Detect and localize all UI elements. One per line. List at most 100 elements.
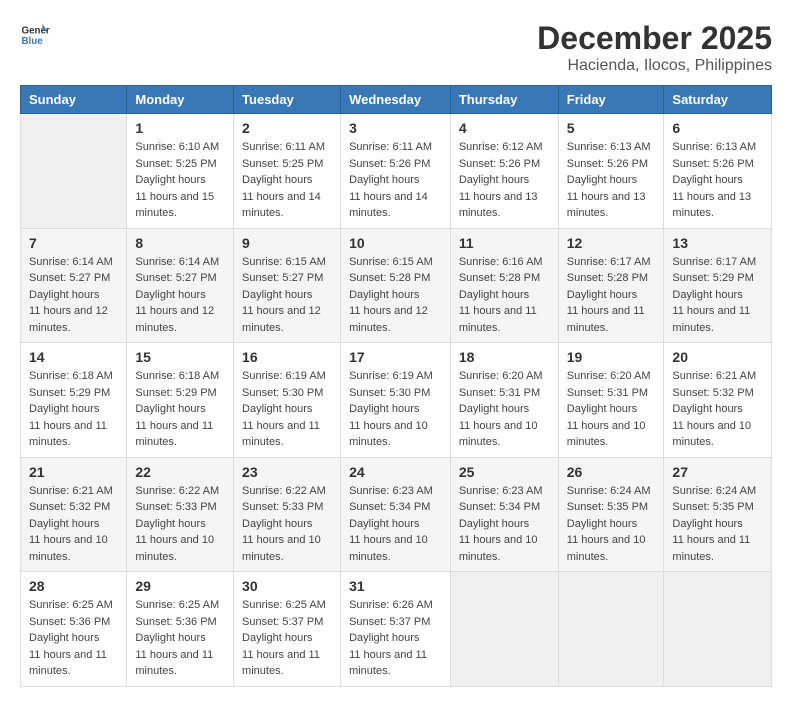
day-number: 21 (29, 464, 118, 480)
day-info: Sunrise: 6:21 AM Sunset: 5:32 PM Dayligh… (29, 483, 118, 566)
day-info: Sunrise: 6:15 AM Sunset: 5:27 PM Dayligh… (242, 254, 332, 337)
sunset-label: Sunset: 5:37 PM (349, 616, 430, 628)
weekday-header-cell: Sunday (21, 86, 127, 114)
sunset-label: Sunset: 5:29 PM (672, 272, 753, 284)
daylight-label: Daylight hours (135, 403, 205, 415)
calendar-day-cell: 7 Sunrise: 6:14 AM Sunset: 5:27 PM Dayli… (21, 228, 127, 343)
daylight-value: 11 hours and 11 minutes. (672, 534, 750, 563)
day-number: 4 (459, 120, 550, 136)
daylight-label: Daylight hours (242, 632, 312, 644)
sunset-label: Sunset: 5:27 PM (242, 272, 323, 284)
sunrise-label: Sunrise: 6:24 AM (567, 485, 651, 497)
daylight-label: Daylight hours (672, 518, 742, 530)
day-number: 20 (672, 349, 763, 365)
daylight-value: 11 hours and 14 minutes. (242, 191, 321, 220)
day-info: Sunrise: 6:25 AM Sunset: 5:36 PM Dayligh… (29, 597, 118, 680)
daylight-value: 11 hours and 10 minutes. (459, 534, 538, 563)
daylight-value: 11 hours and 12 minutes. (29, 305, 108, 334)
daylight-value: 11 hours and 11 minutes. (349, 649, 427, 678)
day-info: Sunrise: 6:15 AM Sunset: 5:28 PM Dayligh… (349, 254, 442, 337)
daylight-value: 11 hours and 12 minutes. (242, 305, 321, 334)
day-info: Sunrise: 6:24 AM Sunset: 5:35 PM Dayligh… (567, 483, 656, 566)
daylight-label: Daylight hours (459, 403, 529, 415)
daylight-value: 11 hours and 10 minutes. (567, 534, 646, 563)
day-number: 19 (567, 349, 656, 365)
sunset-label: Sunset: 5:32 PM (29, 501, 110, 513)
day-number: 12 (567, 235, 656, 251)
sunset-label: Sunset: 5:33 PM (242, 501, 323, 513)
day-number: 23 (242, 464, 332, 480)
sunset-label: Sunset: 5:26 PM (349, 158, 430, 170)
calendar-day-cell (450, 572, 558, 687)
sunset-label: Sunset: 5:31 PM (567, 387, 648, 399)
sunset-label: Sunset: 5:35 PM (567, 501, 648, 513)
day-number: 7 (29, 235, 118, 251)
day-number: 18 (459, 349, 550, 365)
day-info: Sunrise: 6:19 AM Sunset: 5:30 PM Dayligh… (242, 368, 332, 451)
day-info: Sunrise: 6:23 AM Sunset: 5:34 PM Dayligh… (349, 483, 442, 566)
day-number: 27 (672, 464, 763, 480)
day-info: Sunrise: 6:14 AM Sunset: 5:27 PM Dayligh… (29, 254, 118, 337)
daylight-label: Daylight hours (567, 289, 637, 301)
sunrise-label: Sunrise: 6:16 AM (459, 256, 543, 268)
sunset-label: Sunset: 5:31 PM (459, 387, 540, 399)
sunrise-label: Sunrise: 6:25 AM (242, 599, 326, 611)
sunset-label: Sunset: 5:29 PM (135, 387, 216, 399)
calendar-week-row: 1 Sunrise: 6:10 AM Sunset: 5:25 PM Dayli… (21, 114, 772, 229)
calendar-week-row: 28 Sunrise: 6:25 AM Sunset: 5:36 PM Dayl… (21, 572, 772, 687)
calendar-body: 1 Sunrise: 6:10 AM Sunset: 5:25 PM Dayli… (21, 114, 772, 687)
day-number: 16 (242, 349, 332, 365)
calendar-day-cell: 30 Sunrise: 6:25 AM Sunset: 5:37 PM Dayl… (234, 572, 341, 687)
sunset-label: Sunset: 5:35 PM (672, 501, 753, 513)
daylight-label: Daylight hours (242, 518, 312, 530)
day-number: 2 (242, 120, 332, 136)
calendar-day-cell: 23 Sunrise: 6:22 AM Sunset: 5:33 PM Dayl… (234, 457, 341, 572)
daylight-value: 11 hours and 14 minutes. (349, 191, 428, 220)
day-info: Sunrise: 6:22 AM Sunset: 5:33 PM Dayligh… (242, 483, 332, 566)
calendar-day-cell: 22 Sunrise: 6:22 AM Sunset: 5:33 PM Dayl… (127, 457, 234, 572)
sunset-label: Sunset: 5:36 PM (135, 616, 216, 628)
calendar-day-cell: 17 Sunrise: 6:19 AM Sunset: 5:30 PM Dayl… (341, 343, 451, 458)
daylight-value: 11 hours and 12 minutes. (135, 305, 214, 334)
daylight-label: Daylight hours (29, 403, 99, 415)
day-info: Sunrise: 6:16 AM Sunset: 5:28 PM Dayligh… (459, 254, 550, 337)
sunrise-label: Sunrise: 6:20 AM (567, 370, 651, 382)
page-header: General Blue December 2025 Hacienda, Ilo… (20, 20, 772, 75)
daylight-value: 11 hours and 10 minutes. (349, 420, 428, 449)
daylight-label: Daylight hours (349, 289, 419, 301)
sunrise-label: Sunrise: 6:17 AM (672, 256, 756, 268)
day-info: Sunrise: 6:22 AM Sunset: 5:33 PM Dayligh… (135, 483, 225, 566)
daylight-label: Daylight hours (242, 174, 312, 186)
daylight-value: 11 hours and 12 minutes. (349, 305, 428, 334)
calendar-day-cell: 15 Sunrise: 6:18 AM Sunset: 5:29 PM Dayl… (127, 343, 234, 458)
day-info: Sunrise: 6:25 AM Sunset: 5:37 PM Dayligh… (242, 597, 332, 680)
day-info: Sunrise: 6:10 AM Sunset: 5:25 PM Dayligh… (135, 139, 225, 222)
daylight-value: 11 hours and 10 minutes. (242, 534, 321, 563)
sunrise-label: Sunrise: 6:15 AM (242, 256, 326, 268)
day-number: 11 (459, 235, 550, 251)
sunrise-label: Sunrise: 6:22 AM (135, 485, 219, 497)
day-info: Sunrise: 6:18 AM Sunset: 5:29 PM Dayligh… (135, 368, 225, 451)
calendar-day-cell: 25 Sunrise: 6:23 AM Sunset: 5:34 PM Dayl… (450, 457, 558, 572)
day-number: 1 (135, 120, 225, 136)
svg-text:Blue: Blue (22, 36, 44, 47)
calendar-day-cell: 16 Sunrise: 6:19 AM Sunset: 5:30 PM Dayl… (234, 343, 341, 458)
sunset-label: Sunset: 5:37 PM (242, 616, 323, 628)
daylight-label: Daylight hours (459, 518, 529, 530)
calendar-day-cell: 10 Sunrise: 6:15 AM Sunset: 5:28 PM Dayl… (341, 228, 451, 343)
daylight-value: 11 hours and 10 minutes. (135, 534, 214, 563)
calendar-day-cell: 21 Sunrise: 6:21 AM Sunset: 5:32 PM Dayl… (21, 457, 127, 572)
day-number: 24 (349, 464, 442, 480)
sunrise-label: Sunrise: 6:20 AM (459, 370, 543, 382)
daylight-label: Daylight hours (135, 632, 205, 644)
calendar-day-cell: 5 Sunrise: 6:13 AM Sunset: 5:26 PM Dayli… (558, 114, 664, 229)
sunrise-label: Sunrise: 6:11 AM (242, 141, 325, 153)
daylight-value: 11 hours and 15 minutes. (135, 191, 214, 220)
calendar-day-cell: 28 Sunrise: 6:25 AM Sunset: 5:36 PM Dayl… (21, 572, 127, 687)
daylight-label: Daylight hours (567, 403, 637, 415)
daylight-label: Daylight hours (459, 174, 529, 186)
sunrise-label: Sunrise: 6:19 AM (349, 370, 433, 382)
calendar-day-cell (21, 114, 127, 229)
day-number: 30 (242, 578, 332, 594)
day-info: Sunrise: 6:25 AM Sunset: 5:36 PM Dayligh… (135, 597, 225, 680)
